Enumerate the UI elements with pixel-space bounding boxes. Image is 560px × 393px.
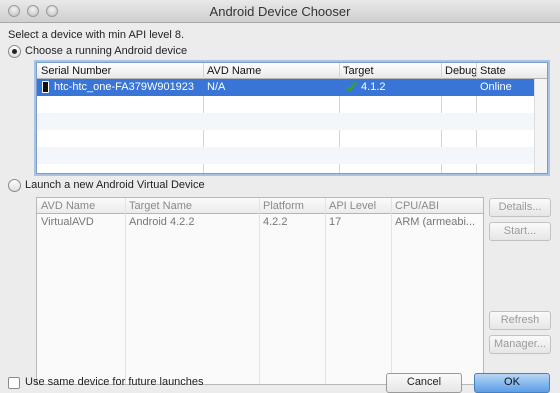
avd-cpu: ARM (armeabi...	[395, 216, 476, 228]
avd-table-header: AVD Name Target Name Platform API Level …	[37, 198, 483, 214]
device-avd: N/A	[207, 81, 226, 93]
column-header: API Level	[329, 200, 377, 212]
device-serial: htc-htc_one-FA379W901923	[54, 81, 195, 93]
avd-api-level: 17	[329, 216, 342, 228]
choose-running-label: Choose a running Android device	[25, 45, 188, 57]
running-table-scrollbar[interactable]	[534, 79, 547, 173]
column-header: AVD Name	[41, 200, 96, 212]
same-device-label: Use same device for future launches	[25, 376, 204, 388]
column-header: Target Name	[129, 200, 192, 212]
running-table-header: Serial Number AVD Name Target Debug Stat…	[37, 63, 547, 79]
column-header[interactable]: Target	[343, 65, 374, 77]
column-header[interactable]: Debug	[445, 65, 477, 77]
prompt-text: Select a device with min API level 8.	[8, 29, 185, 41]
cancel-button[interactable]: Cancel	[386, 373, 462, 393]
table-row[interactable]: htc-htc_one-FA379W901923 N/A 4.1.2 Onlin…	[37, 79, 535, 96]
title-bar: Android Device Chooser	[0, 0, 560, 23]
avd-table: AVD Name Target Name Platform API Level …	[36, 197, 484, 385]
launch-avd-label: Launch a new Android Virtual Device	[25, 179, 205, 191]
column-header: CPU/ABI	[395, 200, 440, 212]
device-state: Online	[480, 81, 512, 93]
column-header: Platform	[263, 200, 304, 212]
details-button[interactable]: Details...	[489, 198, 551, 217]
same-device-checkbox[interactable]	[8, 377, 20, 389]
refresh-button[interactable]: Refresh	[489, 311, 551, 330]
device-target: 4.1.2	[361, 81, 386, 93]
launch-avd-radio[interactable]	[8, 179, 21, 192]
ok-button[interactable]: OK	[474, 373, 550, 393]
checkmark-icon	[345, 80, 358, 96]
avd-target: Android 4.2.2	[129, 216, 195, 228]
choose-running-radio[interactable]	[8, 45, 21, 58]
window-title: Android Device Chooser	[209, 4, 351, 19]
column-header[interactable]: State	[480, 65, 506, 77]
phone-icon	[42, 81, 49, 93]
manager-button[interactable]: Manager...	[489, 335, 551, 354]
running-devices-table: Serial Number AVD Name Target Debug Stat…	[36, 62, 548, 174]
start-button[interactable]: Start...	[489, 222, 551, 241]
column-header[interactable]: Serial Number	[41, 65, 111, 77]
avd-platform: 4.2.2	[263, 216, 288, 228]
avd-name: VirtualAVD	[41, 216, 94, 228]
column-header[interactable]: AVD Name	[207, 65, 261, 77]
